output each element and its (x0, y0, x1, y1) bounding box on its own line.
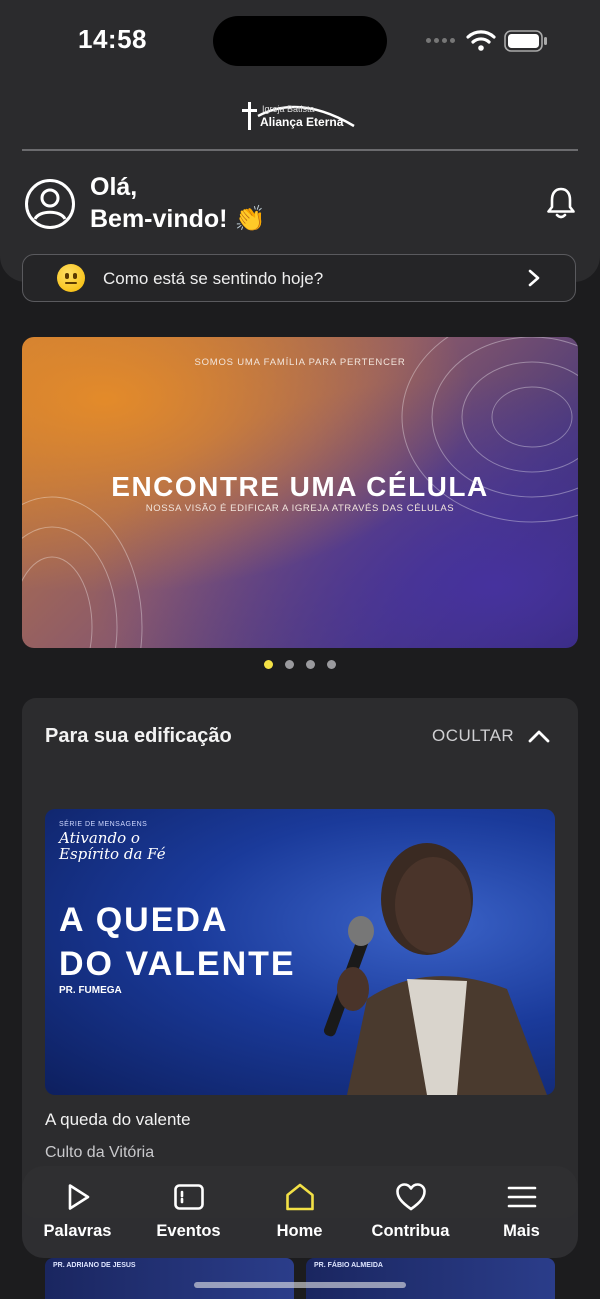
sermon-subtitle: Culto da Vitória (45, 1144, 155, 1161)
tab-bar: Palavras Eventos Home Contribua Mais (22, 1166, 578, 1258)
preacher-photo (323, 843, 547, 1095)
heart-icon (395, 1183, 426, 1211)
banner-title: ENCONTRE UMA CÉLULA (111, 471, 489, 502)
logo-line1: Igreja Batista (262, 104, 315, 114)
promo-banner[interactable]: SOMOS UMA FAMÍLIA PARA PERTENCER ENCONTR… (22, 337, 578, 648)
tab-label: Contribua (371, 1222, 450, 1240)
tab-home[interactable]: Home (244, 1166, 355, 1258)
wifi-icon (466, 30, 496, 51)
chevron-right-icon (528, 269, 540, 287)
tab-label: Eventos (156, 1222, 221, 1240)
tab-label: Mais (503, 1222, 540, 1240)
tab-eventos[interactable]: Eventos (133, 1166, 244, 1258)
thumb-preacher: PR. FUMEGA (59, 985, 122, 996)
next-sermon-thumb[interactable]: PR. FÁBIO ALMEIDA (306, 1258, 555, 1299)
chevron-up-icon[interactable] (528, 728, 550, 744)
mood-prompt-button[interactable]: Como está se sentindo hoje? (22, 254, 576, 302)
next-sermons-strip[interactable]: PR. ADRIANO DE JESUS PR. FÁBIO ALMEIDA (45, 1258, 555, 1299)
signal-icon (426, 38, 455, 43)
pager-dot[interactable] (306, 660, 315, 669)
avatar-icon[interactable] (24, 178, 76, 230)
emoji-mouth (65, 282, 77, 284)
thumb-title-line1: A QUEDA (59, 901, 229, 939)
status-time: 14:58 (78, 24, 147, 54)
battery-icon (504, 30, 547, 52)
banner-subtitle: NOSSA VISÃO É EDIFICAR A IGREJA ATRAVÉS … (145, 503, 455, 514)
header-divider (22, 149, 578, 151)
tab-palavras[interactable]: Palavras (22, 1166, 133, 1258)
mood-prompt-text: Como está se sentindo hoje? (103, 269, 324, 288)
menu-icon (507, 1186, 536, 1208)
bell-icon[interactable] (543, 184, 579, 220)
play-icon (68, 1184, 89, 1210)
pager-dot-active[interactable] (264, 660, 273, 669)
pager-dot[interactable] (285, 660, 294, 669)
tab-contribua[interactable]: Contribua (355, 1166, 466, 1258)
hide-section-button[interactable]: OCULTAR (432, 726, 514, 746)
tab-label: Palavras (43, 1222, 112, 1240)
next-sermon-preacher: PR. ADRIANO DE JESUS (53, 1262, 136, 1269)
next-sermon-thumb[interactable]: PR. ADRIANO DE JESUS (45, 1258, 294, 1299)
banner-pager[interactable] (264, 660, 336, 669)
tab-mais[interactable]: Mais (466, 1166, 577, 1258)
pager-dot[interactable] (327, 660, 336, 669)
next-sermon-preacher: PR. FÁBIO ALMEIDA (314, 1262, 383, 1269)
sermon-thumbnail[interactable]: SÉRIE DE MENSAGENS Ativando o Espírito d… (45, 809, 555, 1095)
calendar-icon (173, 1184, 204, 1210)
series-name-line2: Espírito da Fé (59, 845, 166, 863)
tab-label: Home (276, 1222, 323, 1240)
home-indicator[interactable] (194, 1282, 406, 1288)
series-label: SÉRIE DE MENSAGENS (59, 821, 148, 828)
logo-line2: Aliança Eterna (260, 115, 344, 129)
greeting-line1: Olá, (90, 173, 138, 201)
neutral-face-icon (57, 264, 85, 292)
greeting-line2: Bem-vindo! 👏 (90, 205, 266, 233)
banner-tagline: SOMOS UMA FAMÍLIA PARA PERTENCER (194, 357, 406, 368)
section-title: Para sua edificação (45, 725, 232, 747)
thumb-title-line2: DO VALENTE (59, 945, 296, 983)
church-logo: Igreja Batista Aliança Eterna (240, 100, 360, 134)
sermon-title[interactable]: A queda do valente (45, 1110, 191, 1130)
home-icon (285, 1183, 314, 1211)
dynamic-island (213, 16, 387, 66)
